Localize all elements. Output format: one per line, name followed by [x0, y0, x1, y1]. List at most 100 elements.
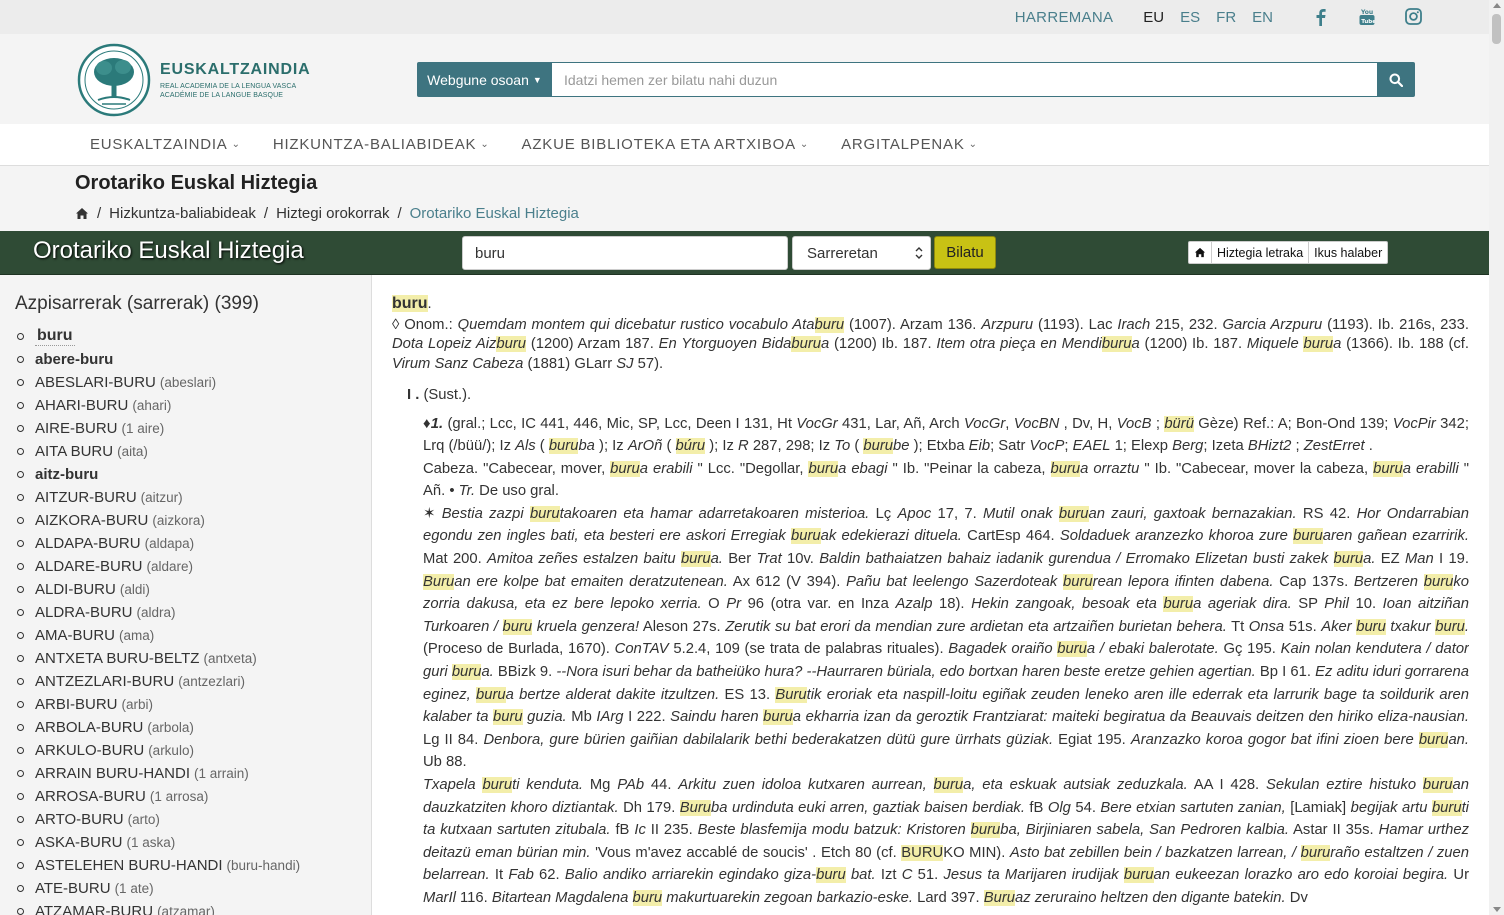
subentry-item[interactable]: ATE-BURU (1 ate) [17, 877, 371, 900]
bullet-icon [17, 494, 24, 501]
bullet-icon [17, 333, 24, 340]
nav-argitalpenak[interactable]: ARGITALPENAK ⌄ [841, 136, 978, 153]
see-also-link[interactable]: Ikus halaber [1309, 242, 1387, 263]
subentry-headword: ASTELEHEN BURU-HANDI [35, 857, 223, 874]
subentry-headword: ANTZEZLARI-BURU [35, 673, 175, 690]
subentry-item[interactable]: AMA-BURU (ama) [17, 624, 371, 647]
page-scrollbar[interactable] [1489, 0, 1504, 915]
subentry-headword: ARTO-BURU [35, 811, 124, 828]
bullet-icon [17, 379, 24, 386]
subentry-item[interactable]: buru [17, 325, 371, 348]
subentry-headword: ANTXETA BURU-BELTZ [35, 650, 200, 667]
bullet-icon [17, 540, 24, 547]
chevron-down-icon: ⌄ [799, 139, 810, 150]
subentry-item[interactable]: ANTZEZLARI-BURU (antzezlari) [17, 670, 371, 693]
lang-en[interactable]: EN [1252, 9, 1273, 26]
bullet-icon [17, 402, 24, 409]
dictionary-search-button[interactable]: Bilatu [934, 236, 996, 269]
site-search-button[interactable] [1377, 62, 1415, 97]
subentry-headword: ARBOLA-BURU [35, 719, 144, 736]
lang-eu[interactable]: EU [1143, 9, 1164, 26]
subentry-item[interactable]: ALDARE-BURU (aldare) [17, 555, 371, 578]
site-header: EUSKALTZAINDIA REAL ACADEMIA DE LA LENGU… [0, 34, 1489, 124]
subentry-item[interactable]: AIZKORA-BURU (aizkora) [17, 509, 371, 532]
logo-name: EUSKALTZAINDIA [160, 61, 311, 78]
bullet-icon [17, 908, 24, 915]
instagram-icon[interactable] [1405, 8, 1422, 26]
scroll-up-arrow-icon[interactable] [1493, 3, 1501, 8]
subentry-item[interactable]: ARBOLA-BURU (arbola) [17, 716, 371, 739]
scroll-down-arrow-icon[interactable] [1493, 907, 1501, 912]
search-mode-value: Sarreretan [807, 244, 878, 262]
subentry-item[interactable]: ABESLARI-BURU (abeslari) [17, 371, 371, 394]
logo-text: EUSKALTZAINDIA REAL ACADEMIA DE LA LENGU… [160, 61, 310, 100]
breadcrumb-separator: / [263, 205, 269, 222]
bullet-icon [17, 471, 24, 478]
home-icon[interactable] [75, 207, 89, 220]
subentry-item[interactable]: ARRAIN BURU-HANDI (1 arrain) [17, 762, 371, 785]
entry-content: buru. ◊ Onom.: Quemdam montem qui diceba… [392, 275, 1469, 915]
dictionary-title: Orotariko Euskal Hiztegia [33, 237, 304, 264]
breadcrumb-separator: / [97, 205, 102, 222]
page-heading-area: Orotariko Euskal Hiztegia / Hizkuntza-ba… [0, 166, 1489, 231]
dictionary-home-button[interactable] [1189, 242, 1212, 263]
facebook-icon[interactable] [1313, 8, 1329, 26]
subentry-headword: aitz-buru [35, 466, 99, 483]
subentry-headword: ASKA-BURU [35, 834, 123, 851]
subentry-headword: ALDARE-BURU [35, 558, 143, 575]
lang-fr[interactable]: FR [1216, 9, 1236, 26]
euskaltzaindia-logo[interactable]: EUSKALTZAINDIA REAL ACADEMIA DE LA LENGU… [76, 42, 310, 118]
lang-es[interactable]: ES [1180, 9, 1200, 26]
subentry-headword: ARROSA-BURU [35, 788, 146, 805]
subentry-item[interactable]: ALDAPA-BURU (aldapa) [17, 532, 371, 555]
subentry-item[interactable]: AITZUR-BURU (aitzur) [17, 486, 371, 509]
subentry-ref: (arkulo) [148, 743, 194, 758]
contact-link[interactable]: HARREMANA [1015, 9, 1114, 26]
subentry-item[interactable]: aitz-buru [17, 463, 371, 486]
subentry-ref: (aitzur) [140, 490, 183, 505]
subentry-item[interactable]: ASTELEHEN BURU-HANDI (buru-handi) [17, 854, 371, 877]
subentry-item[interactable]: ARTO-BURU (arto) [17, 808, 371, 831]
subentry-headword: abere-buru [35, 351, 114, 368]
bullet-icon [17, 701, 24, 708]
site-search-input[interactable]: Idatzi hemen zer bilatu nahi duzun [552, 62, 1377, 97]
youtube-icon[interactable]: You Tube [1359, 8, 1376, 26]
dictionary-query-input[interactable]: buru [462, 236, 788, 270]
subentry-ref: (aldi) [119, 582, 150, 597]
subentry-ref: (1 aska) [126, 835, 176, 850]
subentry-item[interactable]: abere-buru [17, 348, 371, 371]
chevron-down-icon: ⌄ [968, 139, 978, 150]
subentry-headword: AIZKORA-BURU [35, 512, 149, 529]
subentry-item[interactable]: AHARI-BURU (ahari) [17, 394, 371, 417]
subentry-item[interactable]: AITA BURU (aita) [17, 440, 371, 463]
subentry-item[interactable]: ALDI-BURU (aldi) [17, 578, 371, 601]
entry-onomastics: ◊ Onom.: Quemdam montem qui dicebatur ru… [392, 316, 1469, 372]
bullet-icon [17, 793, 24, 800]
bullet-icon [17, 517, 24, 524]
subentry-item[interactable]: AIRE-BURU (1 aire) [17, 417, 371, 440]
subentry-item[interactable]: ARROSA-BURU (1 arrosa) [17, 785, 371, 808]
search-scope-dropdown[interactable]: Webgune osoan ▼ [417, 62, 552, 97]
caret-down-icon: ▼ [532, 74, 542, 85]
nav-hizkuntza-baliabideak[interactable]: HIZKUNTZA-BALIABIDEAK ⌄ [273, 136, 490, 153]
subentry-item[interactable]: ASKA-BURU (1 aska) [17, 831, 371, 854]
scrollbar-thumb[interactable] [1492, 14, 1501, 44]
breadcrumb-item[interactable]: Hiztegi orokorrak [276, 205, 389, 222]
subentry-ref: (ama) [119, 628, 155, 643]
breadcrumb-item[interactable]: Hizkuntza-baliabideak [109, 205, 256, 222]
subentry-headword: AITZUR-BURU [35, 489, 137, 506]
subentry-item[interactable]: ARBI-BURU (arbi) [17, 693, 371, 716]
subentries-sidebar: Azpisarrerak (sarrerak) (399) buru abere… [0, 275, 372, 915]
site-search: Webgune osoan ▼ Idatzi hemen zer bilatu … [417, 62, 1415, 97]
subentry-item[interactable]: ARKULO-BURU (arkulo) [17, 739, 371, 762]
letters-link[interactable]: Hiztegia letraka [1212, 242, 1310, 263]
subentry-item[interactable]: ALDRA-BURU (aldra) [17, 601, 371, 624]
subentry-item[interactable]: ATZAMAR-BURU (atzamar) [17, 900, 371, 915]
subentries-heading: Azpisarrerak (sarrerak) (399) [15, 293, 259, 314]
subentry-ref: (arto) [127, 812, 160, 827]
page: HARREMANA EU ES FR EN You Tube EUSKALTZA… [0, 0, 1489, 915]
nav-azkue-biblioteka[interactable]: AZKUE BIBLIOTEKA ETA ARTXIBOA ⌄ [522, 136, 810, 153]
nav-euskaltzaindia[interactable]: EUSKALTZAINDIA ⌄ [90, 136, 241, 153]
search-mode-select[interactable]: Sarreretan [792, 236, 931, 270]
subentry-item[interactable]: ANTXETA BURU-BELTZ (antxeta) [17, 647, 371, 670]
